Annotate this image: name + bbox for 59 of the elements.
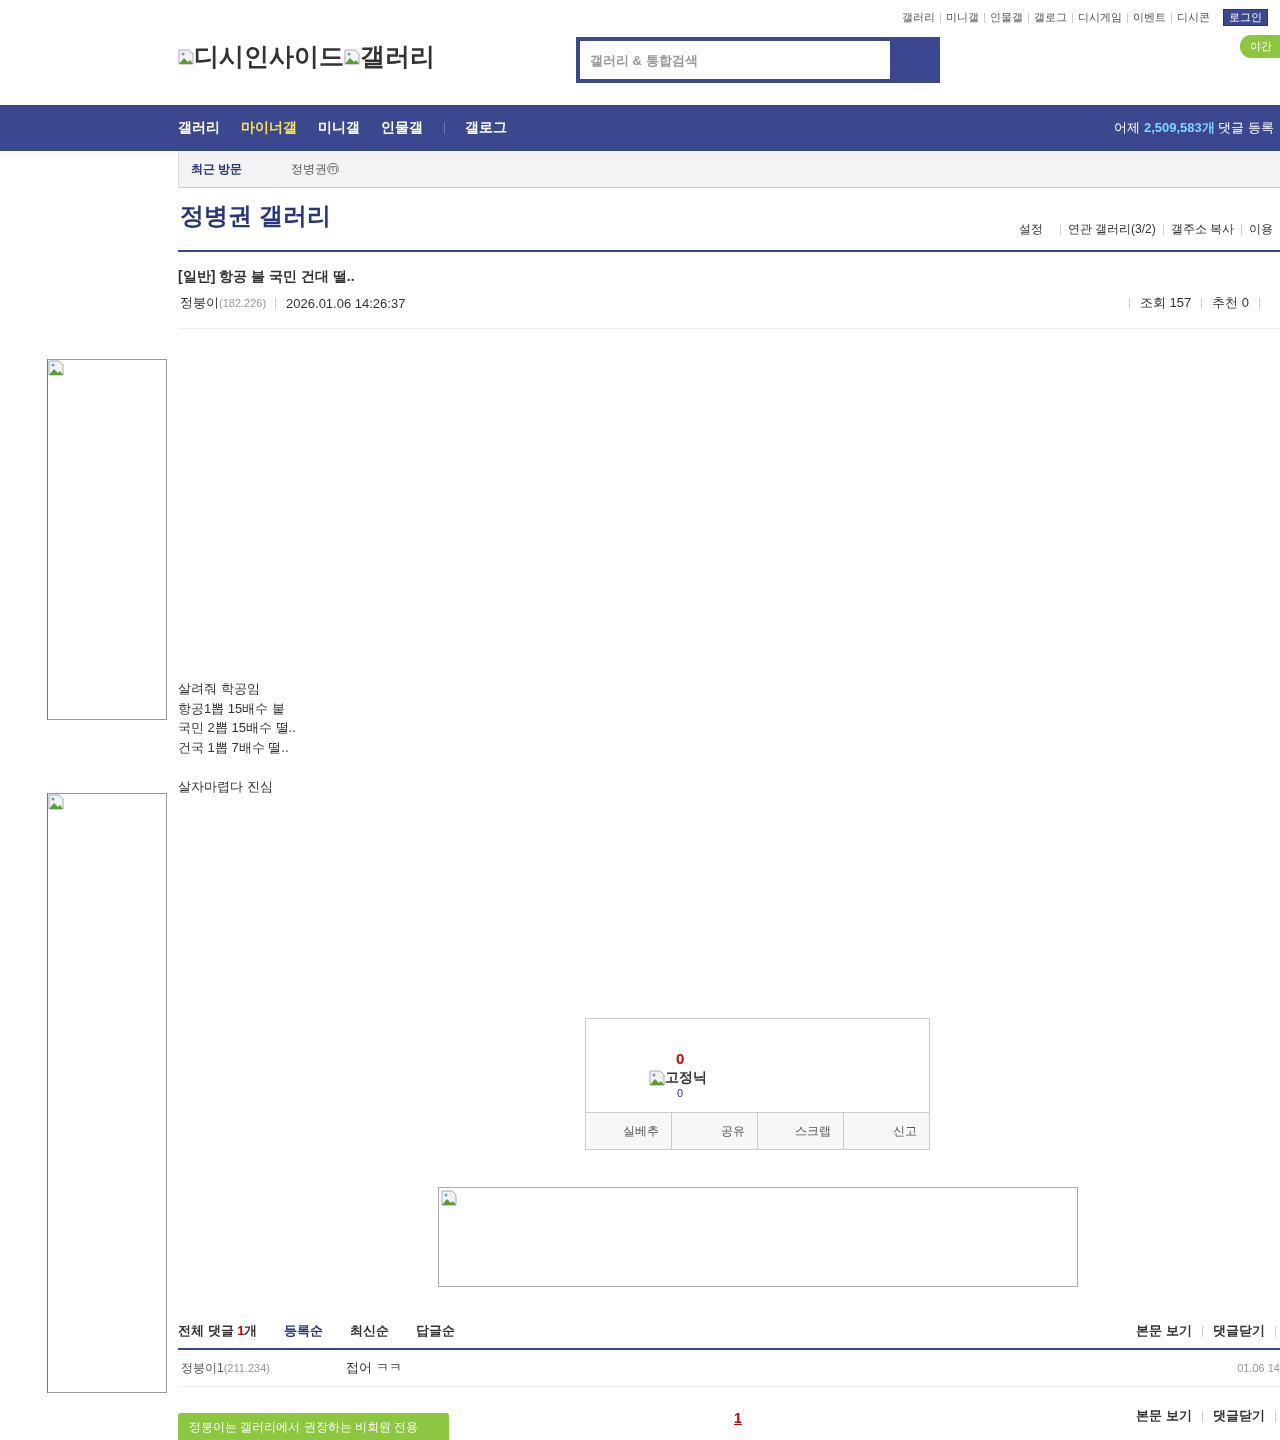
top-link[interactable]: 갤로그 [1029,10,1072,25]
upvote-count: 0 [676,1050,685,1067]
search-field[interactable]: 갤러리 & 통합검색 [576,37,940,83]
nav-tab[interactable]: 마이너갤 [241,119,297,137]
comment-toolbar-link[interactable]: 본문 보기 [1126,1322,1202,1340]
gallery-link[interactable]: 이용 [1242,221,1280,238]
post-body-line: 건국 1뽑 7배수 떨.. [178,738,290,757]
post-body-line: 살자마렵다 진심 [178,777,274,796]
post-title: [일반] 항공 불 국민 건대 떨.. [178,268,356,286]
comment-author[interactable]: 정붕이1(211.234) [181,1359,346,1377]
comment-date: 01.06 14 [1237,1362,1280,1374]
fixed-nick-count: 0 [677,1087,684,1099]
gallery-link[interactable]: 갤주소 복사 [1163,221,1241,238]
ad-placeholder[interactable] [47,793,167,1393]
logo-text[interactable]: 갤러리 [360,40,435,73]
nav-tab[interactable]: 갤로그 [465,119,507,137]
nav-tab[interactable]: 인물갤 [381,119,423,137]
ad-placeholder[interactable] [47,359,167,720]
post-author[interactable]: 정붕이(182.226) [180,294,267,312]
post-body-line: 항공1뽑 15배수 붙 [178,699,286,718]
gallery-title[interactable]: 정병권 갤러리 [180,200,331,232]
broken-image-icon [48,360,64,376]
comment-stat: 어제 2,509,583개 댓글 등록 [1114,119,1274,137]
top-link[interactable]: 디시게임 [1073,10,1127,25]
broken-image-icon [48,794,64,810]
gallery-link[interactable]: 설정 [1011,221,1050,238]
sort-tab[interactable]: 최신순 [350,1322,390,1340]
top-link[interactable]: 인물갤 [985,10,1028,25]
comment-toolbar-link[interactable]: 댓글닫기 [1203,1322,1275,1340]
sort-tab[interactable]: 등록순 [284,1322,324,1340]
recommend-count: 추천 0 [1211,294,1250,312]
login-button[interactable]: 로그인 [1223,9,1268,26]
nav-tab[interactable]: 갤러리 [178,119,220,137]
view-count: 조회 157 [1138,294,1193,312]
ad-banner[interactable] [438,1187,1078,1287]
sort-tab[interactable]: 답글순 [416,1322,456,1340]
post-body-line: 살려줘 학공임 [178,680,261,698]
comment-toolbar-link[interactable]: 댓글닫기 [1203,1407,1275,1425]
post-date: 2026.01.06 14:26:37 [286,295,406,311]
nav-tab[interactable]: 미니갤 [318,119,360,137]
comment-count: 전체 댓글 1개 [178,1322,258,1340]
recent-visit-label: 최근 방문 [191,160,244,178]
fixed-nick-label: 고정닉 [665,1069,707,1087]
top-link[interactable]: 디시콘 [1172,10,1215,25]
comment-toolbar-link[interactable]: 본문 보기 [1126,1407,1202,1425]
gallery-link[interactable]: 연관 갤러리(3/2) [1060,221,1163,238]
page-link[interactable]: 1 [734,1410,742,1426]
broken-image-icon [441,1190,457,1206]
guest-nick-notice: 정붕이는 갤러리에서 권장하는 비회원 전용 [178,1413,449,1440]
broken-image-icon [344,48,360,65]
broken-image-icon [178,48,194,65]
recent-gallery-link[interactable]: 정병권ⓜ [291,160,339,178]
logo-text[interactable]: 디시인사이드 [194,40,344,73]
broken-image-icon [649,1070,665,1086]
top-link[interactable]: 갤러리 [897,10,940,25]
top-link[interactable]: 미니갤 [941,10,984,25]
post-body-line: 국민 2뽑 15배수 떨.. [178,719,297,737]
comment-text: 접어 ㅋㅋ [346,1359,402,1377]
top-link[interactable]: 이벤트 [1128,10,1171,25]
